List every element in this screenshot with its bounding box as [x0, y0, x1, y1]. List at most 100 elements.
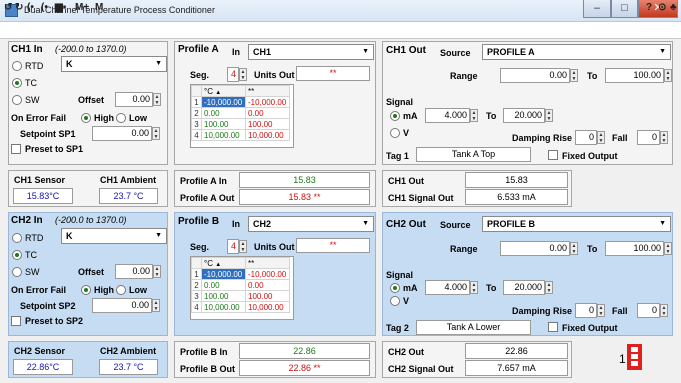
spinner-icon[interactable]: ▲ ▼ [470, 281, 478, 294]
spinner-icon[interactable]: ▲ ▼ [570, 242, 578, 255]
spinner-icon[interactable]: ▲ ▼ [660, 304, 668, 317]
ch2-source-select[interactable]: PROFILE B ▼ [482, 216, 671, 232]
table-row[interactable]: 4 10,000.00 10,000.00 [191, 301, 290, 313]
table-row[interactable]: 2 0.00 0.00 [191, 279, 290, 291]
ch2-signal-high-input[interactable]: 20.000 ▲ ▼ [503, 280, 553, 295]
ch2-fall-label: Fall [612, 306, 628, 316]
ch1-fall-input[interactable]: 0 ▲ ▼ [637, 130, 668, 145]
ch2-type-select[interactable]: K ▼ [61, 228, 167, 244]
input2-icon[interactable]: (• [41, 2, 48, 13]
ch1-rise-input[interactable]: 0 ▲ ▼ [575, 130, 605, 145]
profile-b-units-input[interactable]: ** [296, 238, 370, 253]
ch1-signal-low-value: 4.000 [444, 110, 467, 120]
ch2-high-radio[interactable] [81, 285, 91, 295]
ch1-ambient-value: 23.7 °C [99, 188, 158, 204]
table-row[interactable]: 2 0.00 0.00 [191, 107, 290, 119]
settings-icon[interactable]: ♣ [670, 2, 677, 13]
profile-b-in-select[interactable]: CH2 ▼ [248, 216, 374, 232]
ch2-range-low-input[interactable]: 0.00 ▲ ▼ [500, 241, 578, 256]
ch1-source-value: PROFILE A [487, 47, 535, 57]
ch2-range-high-input[interactable]: 100.00 ▲ ▼ [605, 241, 672, 256]
spinner-icon[interactable]: ▲ ▼ [545, 109, 553, 122]
table-row[interactable]: 1 -10,000.00 -10,000.00 [191, 96, 290, 108]
profile-a-table[interactable]: °C ▲ ** 1 -10,000.00 -10,000.00 2 0.00 0.00 3… [190, 84, 294, 148]
minimize-button[interactable]: – [583, 0, 611, 18]
spinner-icon[interactable]: ▲ ▼ [664, 242, 672, 255]
ch1-sw-radio[interactable] [12, 95, 22, 105]
ch1-v-radio[interactable] [390, 128, 400, 138]
spinner-icon[interactable]: ▲ ▼ [239, 240, 247, 253]
profile-a-in-select[interactable]: CH1 ▼ [248, 44, 374, 60]
ch1-signal-low-input[interactable]: 4.000 ▲ ▼ [425, 108, 478, 123]
ch2-tc-radio[interactable] [12, 250, 22, 260]
input1-icon[interactable]: (• [27, 2, 34, 13]
ch2-v-radio[interactable] [390, 296, 400, 306]
table-row[interactable]: 4 10,000.00 10,000.00 [191, 129, 290, 141]
profile-a-units-input[interactable]: ** [296, 66, 370, 81]
memory-add-button[interactable]: M+ [75, 2, 89, 13]
spinner-icon[interactable]: ▲ ▼ [570, 69, 578, 82]
spinner-icon[interactable]: ▲ ▼ [545, 281, 553, 294]
row-index: 1 [191, 268, 202, 280]
ch1-fixed-checkbox[interactable] [548, 150, 558, 160]
ch1-range-high-input[interactable]: 100.00 ▲ ▼ [605, 68, 672, 83]
help-icon[interactable]: ? [646, 2, 652, 13]
spinner-icon[interactable]: ▲ ▼ [664, 69, 672, 82]
spinner-icon[interactable]: ▲ ▼ [152, 299, 160, 312]
ch1-low-radio[interactable] [116, 113, 126, 123]
ch1-high-radio[interactable] [81, 113, 91, 123]
ch2-fixed-checkbox[interactable] [548, 322, 558, 332]
maximize-button[interactable]: □ [611, 0, 638, 18]
ch2-tag-input[interactable]: Tank A Lower [416, 320, 531, 335]
save-icon[interactable]: ▆▪ [55, 2, 66, 13]
profile-a-seg-input[interactable]: 4 ▲ ▼ [227, 67, 247, 82]
profile-a-units-value: ** [329, 68, 337, 78]
ch1-setpoint-input[interactable]: 0.00 ▲ ▼ [92, 126, 160, 141]
ch1-tc-radio[interactable] [12, 78, 22, 88]
row-output: -10,000.00 [245, 268, 290, 280]
ch1-range-low-input[interactable]: 0.00 ▲ ▼ [500, 68, 578, 83]
ch1-signal-high-input[interactable]: 20.000 ▲ ▼ [503, 108, 553, 123]
spinner-icon[interactable]: ▲ ▼ [153, 93, 161, 106]
ch2-low-radio[interactable] [116, 285, 126, 295]
ch2-rise-input[interactable]: 0 ▲ ▼ [575, 303, 605, 318]
ch2-fall-input[interactable]: 0 ▲ ▼ [637, 303, 668, 318]
ch2-offset-input[interactable]: 0.00 ▲ ▼ [115, 264, 161, 279]
ch2-ma-radio[interactable] [390, 283, 400, 293]
ch1-tag-input[interactable]: Tank A Top [416, 147, 531, 162]
ch1-offset-input[interactable]: 0.00 ▲ ▼ [115, 92, 161, 107]
toolbar [0, 22, 681, 39]
spinner-icon[interactable]: ▲ ▼ [660, 131, 668, 144]
ch2-preset-checkbox[interactable] [11, 316, 21, 326]
ch1-ma-radio[interactable] [390, 111, 400, 121]
profile-a-seg-value: 4 [230, 69, 236, 79]
spinner-icon[interactable]: ▲ ▼ [153, 265, 161, 278]
ch2-signal-low-input[interactable]: 4.000 ▲ ▼ [425, 280, 478, 295]
memory-button[interactable]: M [95, 2, 103, 13]
record-icon[interactable]: ⊙ [658, 2, 666, 13]
profile-b-seg-input[interactable]: 4 ▲ ▼ [227, 239, 247, 254]
table-row[interactable]: 3 100.00 100.00 [191, 290, 290, 302]
spinner-icon[interactable]: ▲ ▼ [470, 109, 478, 122]
table-row[interactable]: 3 100.00 100.00 [191, 118, 290, 130]
redo-icon[interactable]: ↻ [15, 2, 23, 13]
ch2-signal-out-value: 7.657 mA [465, 360, 568, 376]
ch1-source-select[interactable]: PROFILE A ▼ [482, 44, 671, 60]
profile-b-table[interactable]: °C ▲ ** 1 -10,000.00 -10,000.00 2 0.00 0.00 3… [190, 256, 294, 320]
ch2-sw-radio[interactable] [12, 267, 22, 277]
ch1-rtd-radio[interactable] [12, 61, 22, 71]
spinner-icon[interactable]: ▲ ▼ [152, 127, 160, 140]
dip-slot-icon [631, 347, 638, 352]
ch1-type-select[interactable]: K ▼ [61, 56, 167, 72]
dip-switch-icon[interactable] [627, 344, 642, 370]
spinner-icon[interactable]: ▲ ▼ [597, 131, 605, 144]
undo-icon[interactable]: ↺ [4, 2, 12, 13]
ch2-rtd-radio[interactable] [12, 233, 22, 243]
ch2-setpoint-input[interactable]: 0.00 ▲ ▼ [92, 298, 160, 313]
ch1-preset-checkbox[interactable] [11, 144, 21, 154]
ch2-rise-value: 0 [588, 305, 594, 315]
spinner-icon[interactable]: ▲ ▼ [597, 304, 605, 317]
spinner-icon[interactable]: ▲ ▼ [239, 68, 247, 81]
row-index: 2 [191, 107, 202, 119]
table-row[interactable]: 1 -10,000.00 -10,000.00 [191, 268, 290, 280]
